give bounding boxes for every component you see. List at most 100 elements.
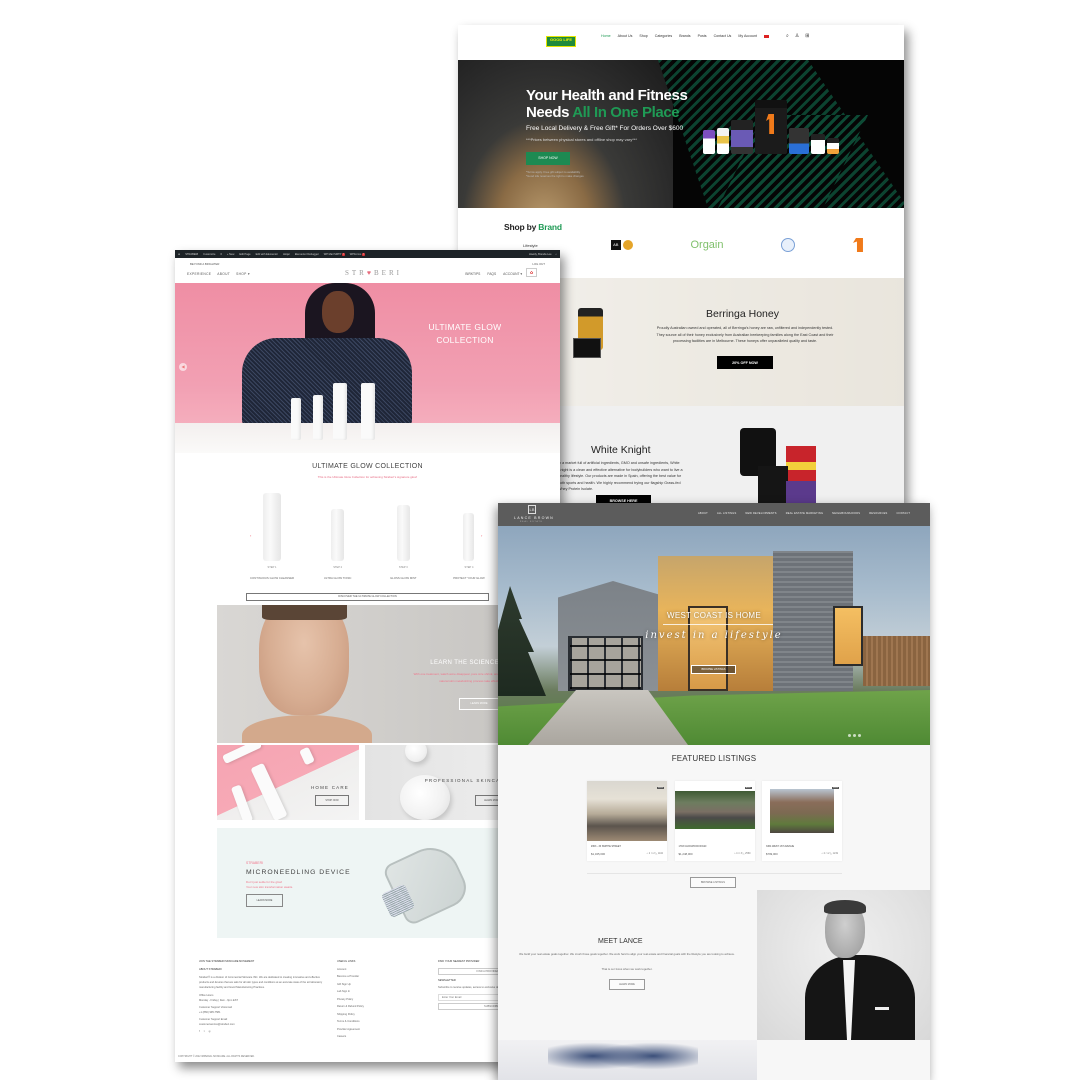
hero-browse-listings-button[interactable]: BROWSE LISTINGS: [691, 665, 736, 674]
footer-link[interactable]: Lab Sign In: [337, 988, 407, 996]
lance-logo-name[interactable]: LANCE BROWN: [514, 516, 554, 520]
professional-skincare-title: PROFESSIONAL SKINCARE: [424, 778, 507, 783]
admin-hotjar[interactable]: Hotjar: [283, 253, 290, 256]
footer-link[interactable]: Account: [337, 966, 407, 974]
berringa-body: Proudly Australian owned and operated, a…: [656, 326, 834, 343]
science-learn-more-button[interactable]: LEARN MORE: [459, 698, 499, 710]
listing-photo: [587, 781, 667, 841]
admin-wp-mail-smtp[interactable]: WP Mail SMTP !: [324, 252, 345, 256]
admin-search-icon[interactable]: ⌕: [556, 253, 557, 256]
nav-birktips[interactable]: BIRKTIPS: [465, 272, 480, 276]
lance-brown-website-screenshot: LB LANCE BROWN REAL ESTATE ABOUT ALL LIS…: [498, 503, 930, 1080]
slider-dot[interactable]: [853, 734, 856, 737]
admin-customize[interactable]: Customize: [203, 253, 215, 256]
admin-edit-elementor[interactable]: Edit with Elementor: [256, 253, 278, 256]
product-card[interactable]: STEP 3 GLOSS GLOW MIST: [374, 491, 432, 581]
lance-header: LB LANCE BROWN REAL ESTATE ABOUT ALL LIS…: [498, 503, 930, 526]
shop-now-button[interactable]: SHOP NOW: [315, 795, 349, 806]
brand-issa-logo[interactable]: [781, 238, 796, 252]
cart-icon[interactable]: ✿: [526, 268, 537, 277]
product-card[interactable]: STEP 4 PROTECT YOUR GLOW: [440, 491, 498, 581]
shop-by-brand-title: Shop by Brand: [504, 222, 562, 232]
footer-link[interactable]: Privacy Policy: [337, 996, 407, 1004]
admin-comments[interactable]: 0: [220, 253, 221, 256]
nav-all-listings[interactable]: ALL LISTINGS: [717, 512, 736, 515]
nav-shop[interactable]: Shop: [639, 34, 647, 38]
listing-card[interactable]: SOLD 1793 CLIFFWOOD ROAD $1,248,000 ⌂ 4 …: [674, 781, 755, 861]
admin-new[interactable]: + New: [227, 253, 234, 256]
goodlife-header-icons: ⌕ ♙ ⊞: [786, 33, 810, 39]
footer-link[interactable]: Shipping Policy: [337, 1011, 407, 1019]
search-icon[interactable]: ⌕: [786, 33, 789, 39]
product-card[interactable]: STEP 1 CONTINUOUS GLOW CLEANSER: [243, 491, 301, 581]
flag-icon[interactable]: [763, 35, 769, 38]
footer-link[interactable]: Terms & Conditions: [337, 1018, 407, 1026]
slider-prev-arrow-icon[interactable]: ◀: [179, 363, 187, 371]
twenty-off-now-button[interactable]: 20% OFF NOW: [717, 356, 773, 369]
nav-faqs[interactable]: FAQS: [487, 272, 496, 276]
nav-resources[interactable]: RESOURCES: [869, 512, 887, 515]
footer-link[interactable]: Careers: [337, 1033, 407, 1041]
user-icon[interactable]: ♙: [795, 33, 799, 39]
brand-rule1-logo[interactable]: [852, 238, 863, 252]
nav-brands[interactable]: Brands: [679, 34, 690, 38]
nav-new-developments[interactable]: NEW DEVELOPMENTS: [745, 512, 776, 515]
nav-real-estate-marketing[interactable]: REAL ESTATE MARKETING: [786, 512, 823, 515]
find-provider-button[interactable]: FIND A PROVIDER: [438, 967, 503, 975]
nav-shop[interactable]: SHOP ▾: [236, 272, 250, 276]
white-knight-body: In a market full of artificial ingredien…: [558, 461, 683, 491]
subscribe-button[interactable]: SUBSCRIBE: [438, 1002, 503, 1010]
goodlife-logo[interactable]: GOOD LIFE: [546, 36, 576, 47]
product-card[interactable]: STEP 2 ULTRA GLOW TONIC: [309, 491, 367, 581]
chevron-down-icon: ▾: [520, 272, 522, 276]
listing-photo: [674, 791, 755, 829]
discover-collection-button[interactable]: DISCOVER THE ULTIMATE GLOW COLLECTION: [246, 593, 489, 601]
brand-ab-logo[interactable]: AB: [610, 240, 633, 250]
footer-link[interactable]: Become a Provider: [337, 973, 407, 981]
nav-neighbourhoods[interactable]: NEIGHBOURHOODS: [832, 512, 860, 515]
freckled-model-photo: [259, 605, 349, 715]
browse-listings-button[interactable]: BROWSE LISTINGS: [690, 877, 736, 888]
admin-elementor-debugger[interactable]: Elementor Debugger: [295, 253, 319, 256]
admin-edit-page[interactable]: Edit Page: [239, 253, 250, 256]
nav-about[interactable]: About Us: [618, 34, 633, 38]
nav-about[interactable]: ABOUT: [698, 512, 708, 515]
nav-account[interactable]: ACCOUNT ▾: [503, 272, 522, 276]
footer-email[interactable]: customerservice@straberi.com: [199, 1021, 329, 1029]
nav-posts[interactable]: Posts: [698, 34, 707, 38]
slider-dot[interactable]: [848, 734, 851, 737]
footer-link[interactable]: Gift Sign Up: [337, 981, 407, 989]
shop-now-button[interactable]: SHOP NOW: [526, 152, 570, 165]
nav-contact[interactable]: CONTACT: [896, 512, 910, 515]
admin-wpforms[interactable]: WPForms !: [350, 252, 365, 256]
slider-dot[interactable]: [858, 734, 861, 737]
hero-title: WEST COAST IS HOME: [666, 611, 761, 620]
nav-experience[interactable]: EXPERIENCE: [187, 272, 211, 276]
nav-about[interactable]: ABOUT: [217, 272, 230, 276]
admin-user-greeting[interactable]: Howdy, Brenda Lee: [529, 253, 552, 256]
footer-link[interactable]: Return & Refund Policy: [337, 1003, 407, 1011]
meet-learn-more-button[interactable]: LEARN MORE: [609, 979, 645, 990]
instagram-icon[interactable]: ◎: [208, 1030, 214, 1033]
nav-categories[interactable]: Categories: [655, 34, 672, 38]
listing-card[interactable]: SOLD 3364 WEST 1ST AVENUE $799,000 ⌂ 2 ⊓…: [762, 781, 842, 861]
straberi-header: BEYOND A BRIGHTER LOG OUT EXPERIENCE ABO…: [175, 258, 560, 283]
micro-learn-more-button[interactable]: LEARN MORE: [246, 894, 283, 907]
footer-link[interactable]: Provider Agreement: [337, 1026, 407, 1034]
listing-card[interactable]: SOLD #303 - 33 SMITHE STREET $1,325,000 …: [587, 781, 667, 861]
nav-account[interactable]: My Account: [738, 34, 757, 38]
nav-contact[interactable]: Contact Us: [714, 34, 732, 38]
footer-join-heading: JOIN THE STRABERI SKINCARE MOVEMENT: [199, 960, 255, 963]
logout-link[interactable]: LOG OUT: [532, 262, 545, 266]
admin-site-name[interactable]: STRABERI: [185, 253, 198, 256]
wordpress-icon[interactable]: ⊕: [178, 253, 180, 256]
brand-lifestyle-logo[interactable]: Lifestyle: [523, 243, 553, 248]
newsletter-email-input[interactable]: [438, 993, 503, 1001]
nav-home[interactable]: Home: [601, 34, 611, 38]
brand-orgain-logo[interactable]: Orgain: [690, 239, 723, 251]
cart-icon[interactable]: ⊞: [805, 33, 809, 39]
straberi-logo[interactable]: STR♥BERI: [345, 269, 402, 277]
product-bottle-image: [313, 395, 323, 440]
meet-lance-body: We build your real estate goals together…: [519, 952, 735, 956]
lance-logo-mark[interactable]: LB: [528, 505, 536, 514]
